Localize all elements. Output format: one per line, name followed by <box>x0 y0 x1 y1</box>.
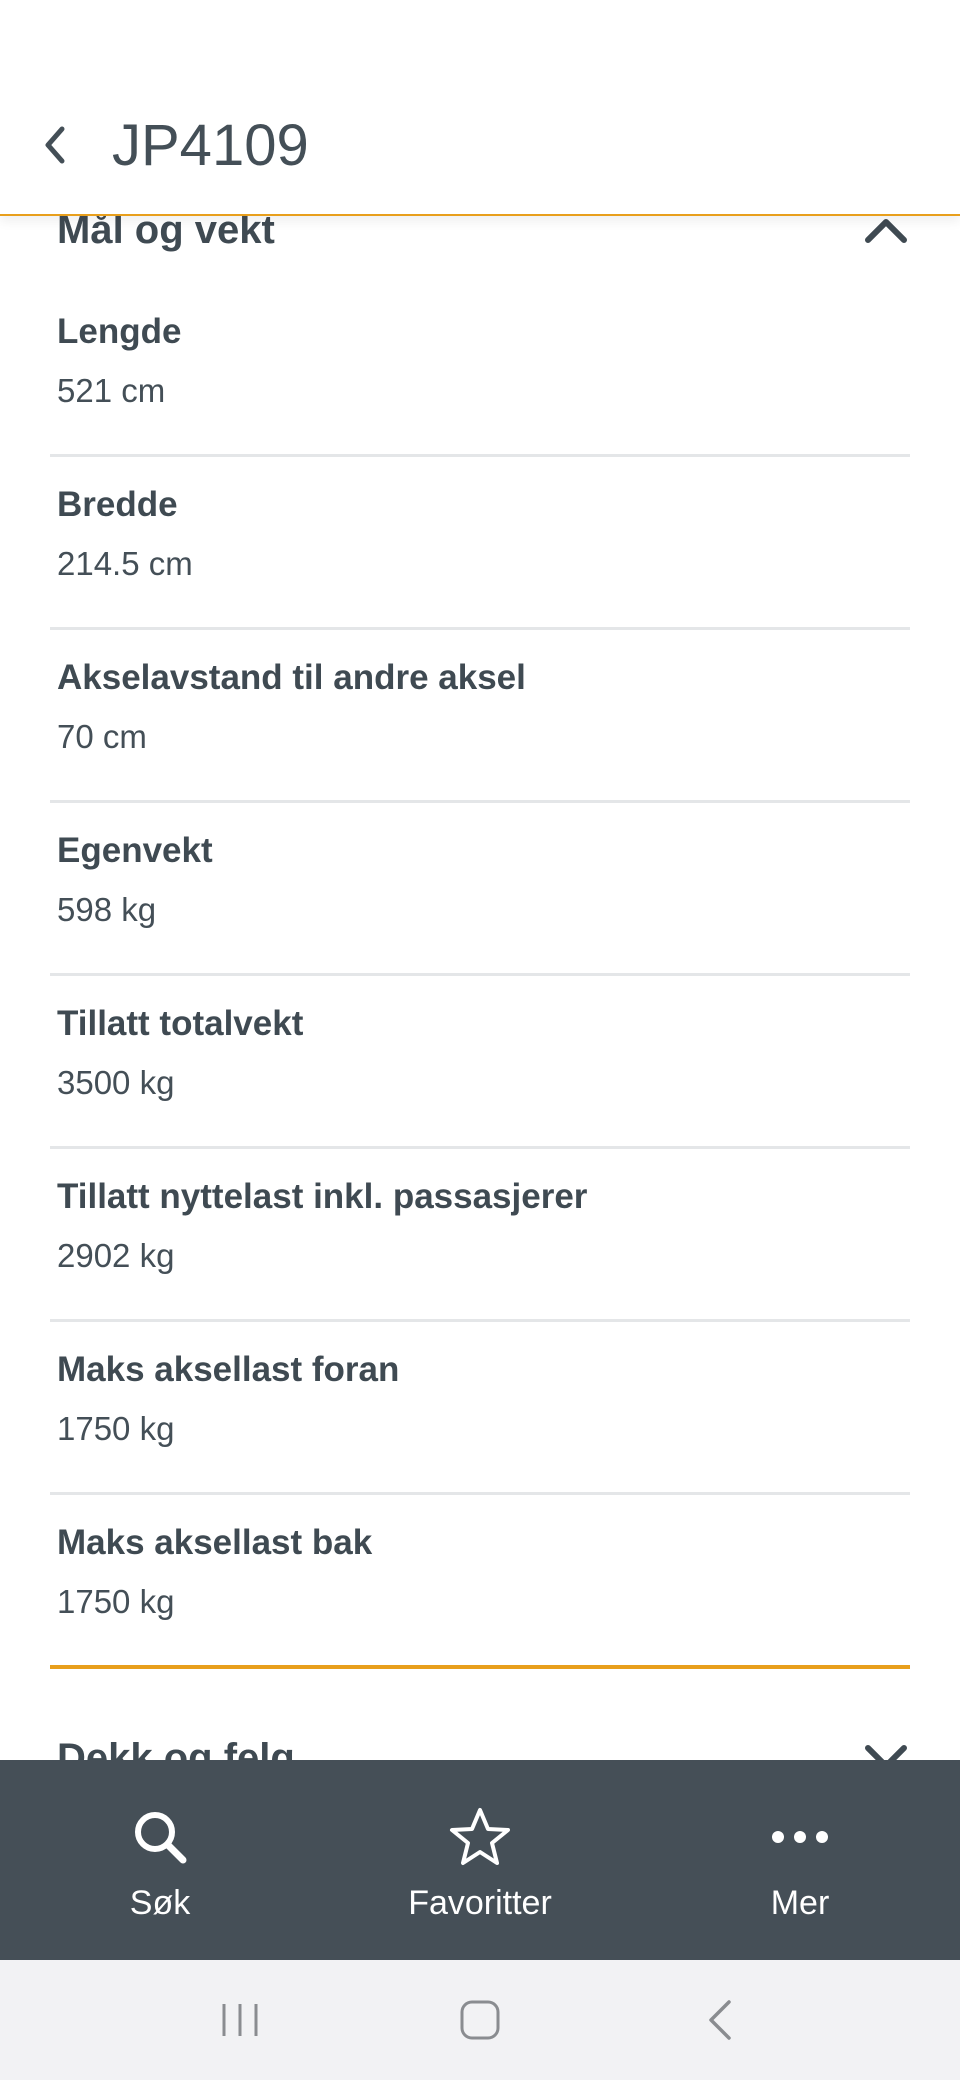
search-icon <box>130 1804 190 1870</box>
spec-value: 3500 kg <box>57 1064 175 1101</box>
bottom-tab-bar: Søk Favoritter Mer <box>0 1760 960 1960</box>
tab-favorites[interactable]: Favoritter <box>320 1760 640 1960</box>
spec-row: Bredde 214.5 cm <box>50 457 910 630</box>
spec-value: 521 cm <box>57 372 166 409</box>
spec-row: Tillatt nyttelast inkl. passasjerer 2902… <box>50 1149 910 1322</box>
spec-row: Tillatt totalvekt 3500 kg <box>50 976 910 1149</box>
scroll-content[interactable]: Mål og vekt Lengde 521 cm Bredde 214.5 c… <box>0 0 960 1760</box>
app-header: JP4109 <box>0 0 960 216</box>
spec-label: Egenvekt <box>57 831 213 870</box>
back-arrow-icon <box>709 2000 731 2040</box>
spec-value: 598 kg <box>57 891 157 928</box>
spec-value: 214.5 cm <box>57 545 193 582</box>
spec-row: Egenvekt 598 kg <box>50 803 910 976</box>
home-icon <box>460 2000 500 2040</box>
spec-label: Bredde <box>57 485 178 524</box>
spec-value: 70 cm <box>57 718 147 755</box>
more-icon <box>770 1804 830 1870</box>
spec-label: Tillatt nyttelast inkl. passasjerer <box>57 1177 588 1216</box>
spec-row: Maks aksellast foran 1750 kg <box>50 1322 910 1495</box>
spec-row: Lengde 521 cm <box>50 284 910 457</box>
tab-label: Mer <box>770 1884 830 1922</box>
spec-value: 2902 kg <box>57 1237 175 1274</box>
spec-list: Lengde 521 cm Bredde 214.5 cm Akselavsta… <box>50 284 910 1669</box>
spec-value: 1750 kg <box>57 1410 175 1447</box>
back-button[interactable] <box>30 115 80 175</box>
section-header-dekk-og-felg[interactable]: Dekk og felg <box>57 1728 910 1760</box>
spec-label: Maks aksellast bak <box>57 1523 373 1562</box>
chevron-left-icon <box>45 126 65 164</box>
system-back-button[interactable] <box>680 1980 760 2060</box>
spec-label: Lengde <box>57 312 182 351</box>
tab-more[interactable]: Mer <box>640 1760 960 1960</box>
recent-apps-button[interactable] <box>200 1980 280 2060</box>
spec-row: Akselavstand til andre aksel 70 cm <box>50 630 910 803</box>
chevron-down-icon[interactable] <box>862 1742 910 1760</box>
recent-apps-icon <box>222 2004 258 2036</box>
home-button[interactable] <box>440 1980 520 2060</box>
tab-label: Favoritter <box>408 1884 552 1922</box>
section-title: Dekk og felg <box>57 1735 295 1761</box>
spec-label: Maks aksellast foran <box>57 1350 400 1389</box>
star-icon <box>448 1804 512 1870</box>
spec-label: Tillatt totalvekt <box>57 1004 304 1043</box>
system-navigation-bar <box>0 1960 960 2080</box>
chevron-up-icon[interactable] <box>862 214 910 246</box>
page-title: JP4109 <box>112 113 309 178</box>
tab-search[interactable]: Søk <box>0 1760 320 1960</box>
spec-label: Akselavstand til andre aksel <box>57 658 526 697</box>
tab-label: Søk <box>129 1884 191 1922</box>
spec-row: Maks aksellast bak 1750 kg <box>50 1495 910 1669</box>
spec-value: 1750 kg <box>57 1583 175 1620</box>
